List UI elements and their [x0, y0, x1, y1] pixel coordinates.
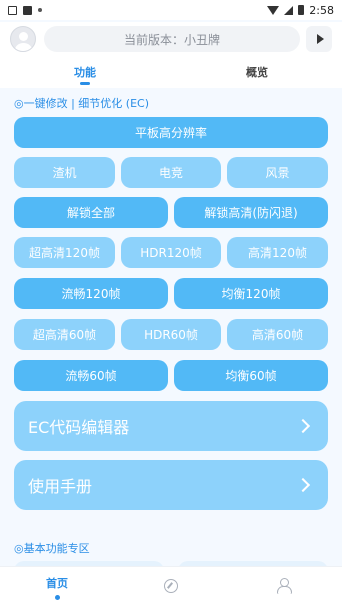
btn-balanced-60[interactable]: 均衡60帧 [174, 360, 328, 391]
bottom-nav: 首页 [0, 566, 342, 608]
tab-features[interactable]: 功能 [74, 64, 96, 80]
user-icon[interactable] [277, 578, 292, 594]
avatar[interactable] [10, 26, 36, 52]
card-user-manual[interactable]: 使用手册 [14, 460, 328, 510]
btn-scenery[interactable]: 风景 [227, 157, 328, 188]
play-icon [316, 34, 324, 44]
notification-icon [8, 5, 17, 15]
section-title-quick-modify: ◎一键修改 | 细节优化 (EC) [14, 97, 150, 110]
app-notification-icon [23, 5, 32, 15]
status-bar: 2:58 [0, 0, 342, 20]
tab-bar: 功能 概览 [0, 58, 342, 88]
signal-icon [284, 5, 294, 15]
card-user-manual-label: 使用手册 [28, 477, 93, 496]
btn-hd-120[interactable]: 高清120帧 [227, 237, 328, 268]
btn-hdr-60[interactable]: HDR60帧 [121, 319, 221, 350]
btn-unlock-all[interactable]: 解锁全部 [14, 197, 168, 228]
section-title-basic-features: ◎基本功能专区 [14, 542, 90, 555]
btn-esports[interactable]: 电竞 [121, 157, 221, 188]
btn-hdr-120[interactable]: HDR120帧 [121, 237, 221, 268]
battery-icon [298, 5, 305, 15]
btn-smooth-120[interactable]: 流畅120帧 [14, 278, 168, 309]
version-text: 当前版本：小丑牌 [123, 32, 220, 47]
chevron-right-icon [295, 477, 311, 493]
btn-uhd-120[interactable]: 超高清120帧 [14, 237, 115, 268]
dot-icon [38, 8, 42, 12]
compass-icon[interactable] [164, 579, 178, 593]
play-button[interactable] [306, 26, 332, 52]
version-pill[interactable]: 当前版本：小丑牌 [44, 26, 300, 52]
tab-overview[interactable]: 概览 [246, 64, 268, 80]
btn-tablet-hires[interactable]: 平板高分辨率 [14, 117, 328, 148]
btn-low-end[interactable]: 渣机 [14, 157, 115, 188]
btn-smooth-60[interactable]: 流畅60帧 [14, 360, 168, 391]
card-ec-code-editor[interactable]: EC代码编辑器 [14, 401, 328, 451]
status-time: 2:58 [309, 3, 334, 17]
tab-indicator [80, 82, 90, 85]
btn-unlock-hd[interactable]: 解锁高清(防闪退) [174, 197, 328, 228]
btn-balanced-120[interactable]: 均衡120帧 [174, 278, 328, 309]
nav-home[interactable]: 首页 [46, 575, 68, 591]
header: 当前版本：小丑牌 [0, 22, 342, 58]
btn-uhd-60[interactable]: 超高清60帧 [14, 319, 115, 350]
wifi-icon [267, 5, 280, 15]
card-ec-code-editor-label: EC代码编辑器 [28, 418, 130, 437]
chevron-right-icon [295, 418, 311, 434]
nav-home-indicator [55, 595, 60, 600]
btn-hd-60[interactable]: 高清60帧 [227, 319, 328, 350]
